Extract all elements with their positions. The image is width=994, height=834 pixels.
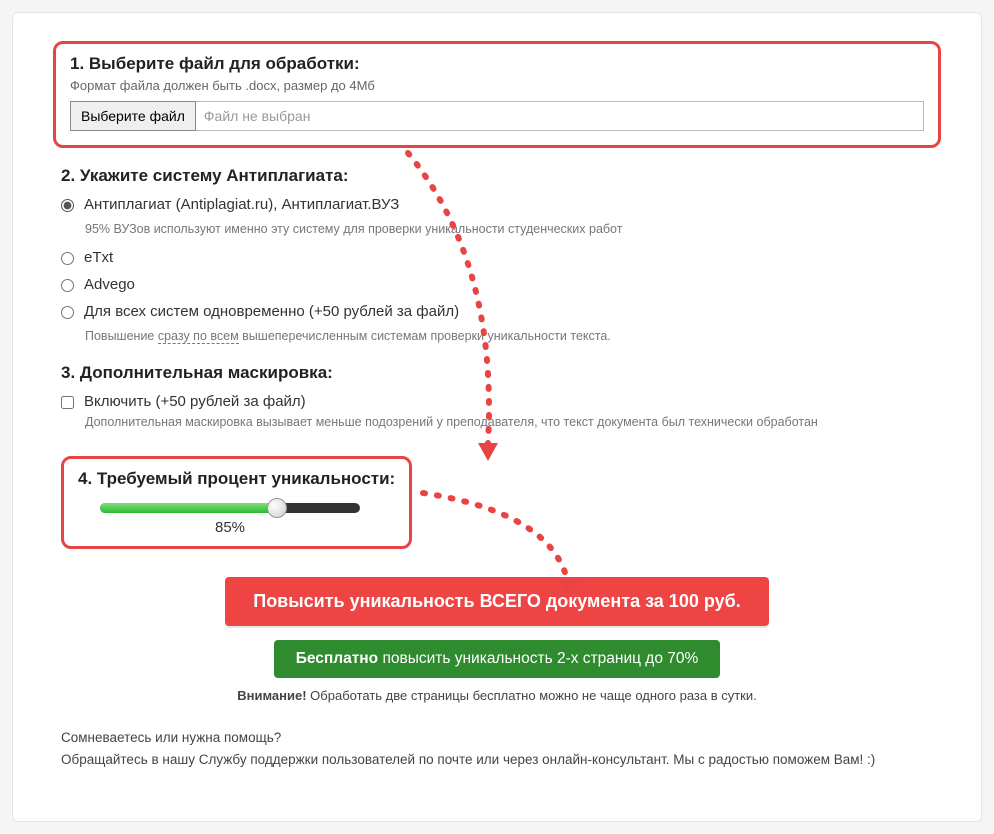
radio-label: Антиплагиат (Antiplagiat.ru), Антиплагиа… (84, 196, 399, 213)
radio-input-antiplagiat[interactable] (61, 199, 74, 212)
file-input-row: Выберите файл Файл не выбран (70, 101, 924, 131)
step3-section: 3. Дополнительная маскировка: Включить (… (61, 363, 941, 432)
help-line1: Сомневаетесь или нужна помощь? (61, 727, 941, 750)
step4-title: 4. Требуемый процент уникальности: (78, 469, 395, 489)
notice-rest: Обработать две страницы бесплатно можно … (307, 688, 757, 703)
submit-free-button[interactable]: Бесплатно повысить уникальность 2-х стра… (274, 640, 721, 678)
choose-file-button[interactable]: Выберите файл (70, 101, 196, 131)
step3-title: 3. Дополнительная маскировка: (61, 363, 941, 383)
radio-label: Для всех систем одновременно (+50 рублей… (84, 303, 459, 320)
step4-highlight: 4. Требуемый процент уникальности: 85% (61, 456, 412, 549)
form-card: 1. Выберите файл для обработки: Формат ф… (12, 12, 982, 822)
masking-label: Включить (+50 рублей за файл) (84, 393, 306, 410)
radio-label: Advego (84, 276, 135, 293)
step2-section: 2. Укажите систему Антиплагиата: Антипла… (61, 166, 941, 345)
radio-input-etxt[interactable] (61, 252, 74, 265)
submit-paid-button[interactable]: Повысить уникальность ВСЕГО документа за… (225, 577, 768, 626)
help-line2: Обращайтесь в нашу Службу поддержки поль… (61, 749, 941, 772)
radio-label: eTxt (84, 249, 113, 266)
desc-text: Повышение (85, 329, 158, 343)
radio-option-antiplagiat[interactable]: Антиплагиат (Antiplagiat.ru), Антиплагиа… (61, 196, 941, 213)
step1-subtitle: Формат файла должен быть .docx, размер д… (70, 78, 924, 93)
slider-value: 85% (100, 519, 360, 536)
desc-text: вышеперечисленным системам проверки уник… (239, 329, 611, 343)
masking-checkbox[interactable] (61, 396, 74, 409)
radio-option-etxt[interactable]: eTxt (61, 249, 941, 266)
slider-fill (100, 503, 277, 513)
masking-desc: Дополнительная маскировка вызывает меньш… (85, 414, 941, 432)
masking-checkbox-row[interactable]: Включить (+50 рублей за файл) (61, 393, 941, 410)
green-rest: повысить уникальность 2-х страниц до 70% (378, 650, 698, 667)
step1-title: 1. Выберите файл для обработки: (70, 54, 924, 74)
radio-option-all[interactable]: Для всех систем одновременно (+50 рублей… (61, 303, 941, 320)
radio-input-all[interactable] (61, 306, 74, 319)
desc-underline: сразу по всем (158, 329, 239, 344)
radio-option-advego[interactable]: Advego (61, 276, 941, 293)
file-status: Файл не выбран (196, 101, 924, 131)
green-bold: Бесплатно (296, 650, 378, 667)
option-desc: Повышение сразу по всем вышеперечисленны… (85, 328, 941, 346)
notice-bold: Внимание! (237, 688, 306, 703)
radio-input-advego[interactable] (61, 279, 74, 292)
slider-track (100, 503, 360, 513)
step2-title: 2. Укажите систему Антиплагиата: (61, 166, 941, 186)
option-desc: 95% ВУЗов используют именно эту систему … (85, 221, 941, 239)
uniqueness-slider[interactable] (100, 503, 360, 513)
help-text: Сомневаетесь или нужна помощь? Обращайте… (61, 727, 941, 773)
slider-handle[interactable] (267, 498, 287, 518)
notice-text: Внимание! Обработать две страницы беспла… (53, 688, 941, 703)
step1-highlight: 1. Выберите файл для обработки: Формат ф… (53, 41, 941, 148)
